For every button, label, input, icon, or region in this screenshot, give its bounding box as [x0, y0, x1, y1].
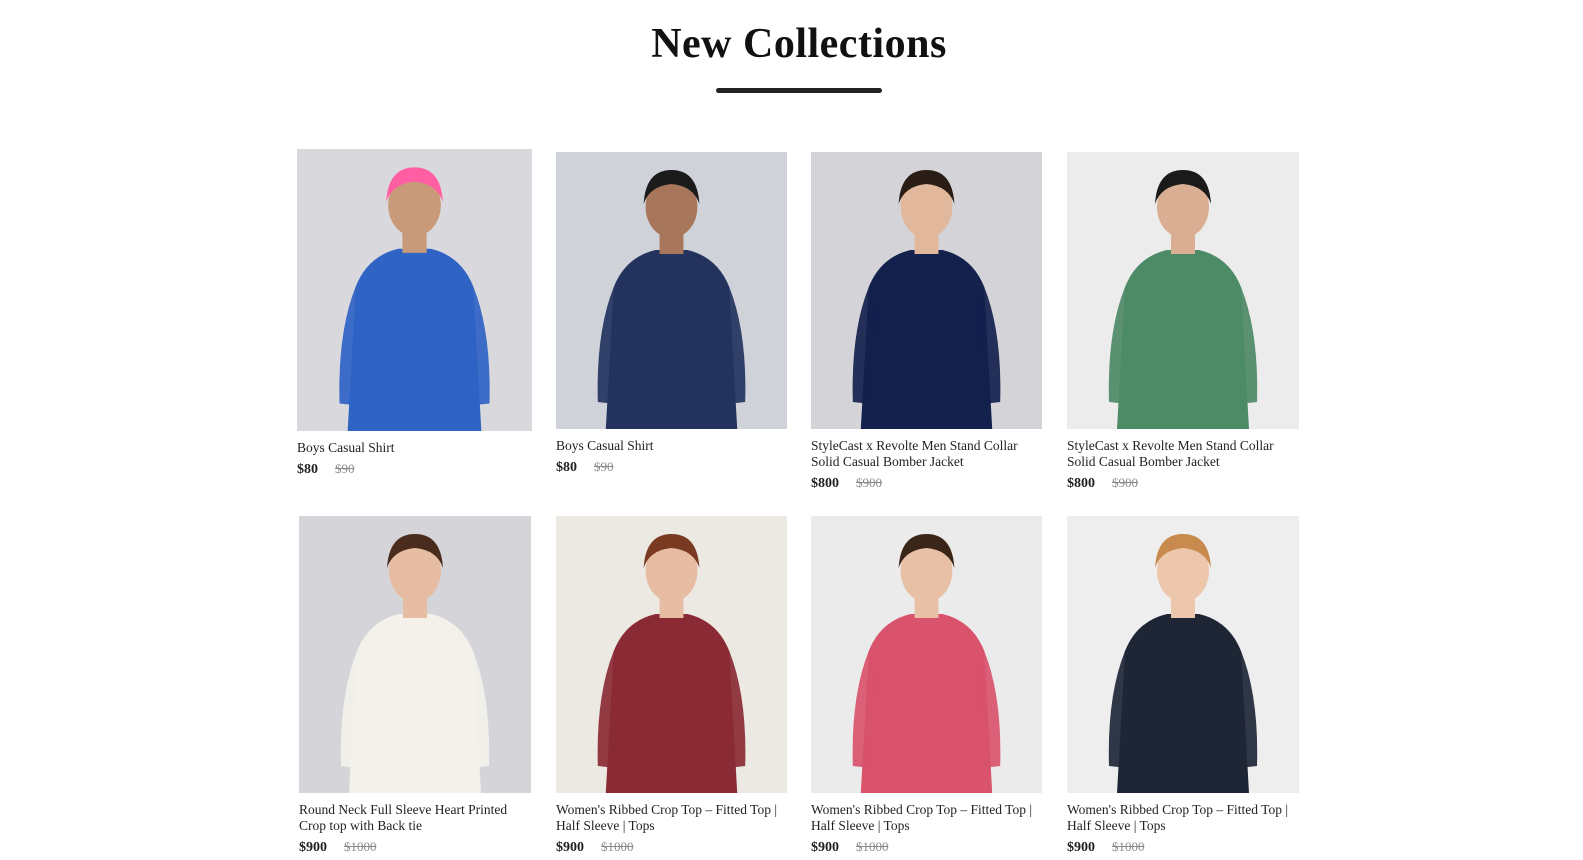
product-photo — [811, 516, 1042, 793]
product-photo — [299, 516, 531, 793]
product-price: $800 — [1067, 476, 1095, 491]
product-photo — [1067, 152, 1299, 429]
product-old-price: $1000 — [344, 839, 377, 854]
product-image[interactable] — [1067, 152, 1299, 429]
price-row: $800 $900 — [1067, 475, 1299, 492]
product-card[interactable]: StyleCast x Revolte Men Stand Collar Sol… — [811, 152, 1042, 492]
product-name[interactable]: Boys Casual Shirt — [297, 440, 532, 456]
product-image[interactable] — [556, 516, 787, 793]
product-photo — [297, 149, 532, 431]
product-image[interactable] — [1067, 516, 1299, 793]
product-price: $900 — [556, 840, 584, 855]
price-row: $800 $900 — [811, 475, 1042, 492]
product-name[interactable]: Women's Ribbed Crop Top – Fitted Top | H… — [1067, 802, 1299, 834]
price-row: $900 $1000 — [811, 839, 1042, 856]
price-row: $80 $90 — [297, 461, 532, 478]
product-card[interactable]: Round Neck Full Sleeve Heart Printed Cro… — [299, 516, 531, 856]
product-price: $80 — [297, 462, 318, 477]
product-name[interactable]: StyleCast x Revolte Men Stand Collar Sol… — [1067, 438, 1299, 470]
product-photo — [556, 516, 787, 793]
product-card[interactable]: StyleCast x Revolte Men Stand Collar Sol… — [1067, 152, 1299, 492]
product-image[interactable] — [297, 149, 532, 431]
product-card[interactable]: Boys Casual Shirt $80 $90 — [297, 149, 532, 478]
price-row: $900 $1000 — [299, 839, 531, 856]
product-old-price: $90 — [335, 461, 355, 476]
product-price: $900 — [299, 840, 327, 855]
product-old-price: $1000 — [856, 839, 889, 854]
product-card[interactable]: Women's Ribbed Crop Top – Fitted Top | H… — [1067, 516, 1299, 856]
title-underline — [716, 88, 882, 93]
new-collections-section: New Collections Boys Casual Shirt $80 $9… — [0, 0, 1583, 860]
section-title: New Collections — [651, 21, 947, 67]
product-price: $800 — [811, 476, 839, 491]
product-card[interactable]: Women's Ribbed Crop Top – Fitted Top | H… — [811, 516, 1042, 856]
product-photo — [556, 152, 787, 429]
product-name[interactable]: Women's Ribbed Crop Top – Fitted Top | H… — [556, 802, 787, 834]
product-card[interactable]: Boys Casual Shirt $80 $90 — [556, 152, 787, 476]
product-old-price: $900 — [856, 475, 882, 490]
product-image[interactable] — [299, 516, 531, 793]
price-row: $80 $90 — [556, 459, 787, 476]
product-price: $900 — [1067, 840, 1095, 855]
product-old-price: $900 — [1112, 475, 1138, 490]
price-row: $900 $1000 — [556, 839, 787, 856]
product-name[interactable]: StyleCast x Revolte Men Stand Collar Sol… — [811, 438, 1042, 470]
price-row: $900 $1000 — [1067, 839, 1299, 856]
product-old-price: $1000 — [601, 839, 634, 854]
product-name[interactable]: Round Neck Full Sleeve Heart Printed Cro… — [299, 802, 531, 834]
product-photo — [1067, 516, 1299, 793]
product-name[interactable]: Boys Casual Shirt — [556, 438, 787, 454]
product-old-price: $90 — [594, 459, 614, 474]
product-card[interactable]: Women's Ribbed Crop Top – Fitted Top | H… — [556, 516, 787, 856]
product-old-price: $1000 — [1112, 839, 1145, 854]
product-image[interactable] — [811, 516, 1042, 793]
product-price: $80 — [556, 460, 577, 475]
product-image[interactable] — [811, 152, 1042, 429]
product-name[interactable]: Women's Ribbed Crop Top – Fitted Top | H… — [811, 802, 1042, 834]
product-price: $900 — [811, 840, 839, 855]
product-photo — [811, 152, 1042, 429]
product-image[interactable] — [556, 152, 787, 429]
